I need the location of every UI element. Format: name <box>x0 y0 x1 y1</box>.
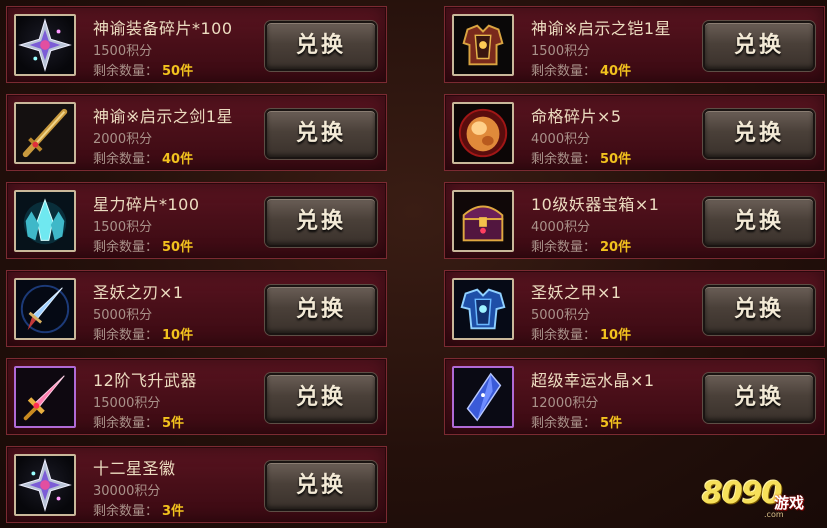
exchange-page: 神谕装备碎片*100 1500积分 剩余数量： 50件 兑换 神谕※启示之铠1星 … <box>0 0 827 528</box>
exchange-button[interactable]: 兑换 <box>265 109 377 159</box>
item-points: 1500积分 <box>93 220 153 235</box>
exchange-card: 神谕※启示之铠1星 1500积分 剩余数量： 40件 兑换 <box>444 6 825 83</box>
item-points: 4000积分 <box>531 220 591 235</box>
item-points: 12000积分 <box>531 396 599 411</box>
remaining-label: 剩余数量： <box>531 64 597 79</box>
remaining-quantity: 50件 <box>162 64 194 79</box>
exchange-button[interactable]: 兑换 <box>703 373 815 423</box>
exchange-card: 神谕装备碎片*100 1500积分 剩余数量： 50件 兑换 <box>6 6 387 83</box>
exchange-button[interactable]: 兑换 <box>265 461 377 511</box>
ice-crystal-icon <box>14 190 76 252</box>
remaining-quantity: 10件 <box>600 328 632 343</box>
item-name: 神谕※启示之铠1星 <box>531 19 672 38</box>
amber-gem-icon <box>452 102 514 164</box>
item-points: 5000积分 <box>93 308 153 323</box>
exchange-button[interactable]: 兑换 <box>703 21 815 71</box>
logo-domain: .com <box>764 510 784 519</box>
exchange-button[interactable]: 兑换 <box>265 197 377 247</box>
blue-crystal-icon <box>452 366 514 428</box>
watermark-logo: 8090 游戏 .com <box>702 470 820 522</box>
item-remaining: 剩余数量： 3件 <box>93 500 184 519</box>
remaining-quantity: 3件 <box>162 504 185 519</box>
sword-icon <box>14 102 76 164</box>
item-points: 15000积分 <box>93 396 161 411</box>
item-name: 超级幸运水晶×1 <box>531 371 655 390</box>
remaining-label: 剩余数量： <box>531 240 597 255</box>
exchange-card: 十二星圣徽 30000积分 剩余数量： 3件 兑换 <box>6 446 387 523</box>
remaining-label: 剩余数量： <box>93 64 159 79</box>
armor-icon <box>452 14 514 76</box>
remaining-quantity: 40件 <box>162 152 194 167</box>
shuriken-crystal-icon <box>14 14 76 76</box>
logo-digits: 8090 <box>702 476 782 511</box>
exchange-card: 12阶飞升武器 15000积分 剩余数量： 5件 兑换 <box>6 358 387 435</box>
item-name: 命格碎片×5 <box>531 107 622 126</box>
item-name: 星力碎片*100 <box>93 195 200 214</box>
item-points: 1500积分 <box>93 44 153 59</box>
item-points: 4000积分 <box>531 132 591 147</box>
exchange-button[interactable]: 兑换 <box>265 285 377 335</box>
remaining-quantity: 5件 <box>600 416 623 431</box>
item-name: 10级妖器宝箱×1 <box>531 195 660 214</box>
item-name: 12阶飞升武器 <box>93 371 197 390</box>
exchange-card: 圣妖之刃×1 5000积分 剩余数量： 10件 兑换 <box>6 270 387 347</box>
exchange-card: 命格碎片×5 4000积分 剩余数量： 50件 兑换 <box>444 94 825 171</box>
item-remaining: 剩余数量： 50件 <box>531 148 631 167</box>
item-remaining: 剩余数量： 10件 <box>531 324 631 343</box>
remaining-label: 剩余数量： <box>93 152 159 167</box>
item-remaining: 剩余数量： 50件 <box>93 60 193 79</box>
item-remaining: 剩余数量： 5件 <box>93 412 184 431</box>
remaining-quantity: 10件 <box>162 328 194 343</box>
exchange-card: 星力碎片*100 1500积分 剩余数量： 50件 兑换 <box>6 182 387 259</box>
remaining-quantity: 20件 <box>600 240 632 255</box>
item-remaining: 剩余数量： 10件 <box>93 324 193 343</box>
exchange-button[interactable]: 兑换 <box>265 373 377 423</box>
exchange-card: 圣妖之甲×1 5000积分 剩余数量： 10件 兑换 <box>444 270 825 347</box>
remaining-label: 剩余数量： <box>531 328 597 343</box>
item-points: 1500积分 <box>531 44 591 59</box>
blade-icon <box>14 278 76 340</box>
remaining-label: 剩余数量： <box>93 416 159 431</box>
remaining-quantity: 5件 <box>162 416 185 431</box>
item-points: 30000积分 <box>93 484 161 499</box>
remaining-quantity: 40件 <box>600 64 632 79</box>
remaining-quantity: 50件 <box>162 240 194 255</box>
item-remaining: 剩余数量： 40件 <box>93 148 193 167</box>
remaining-label: 剩余数量： <box>93 240 159 255</box>
exchange-button[interactable]: 兑换 <box>265 21 377 71</box>
item-remaining: 剩余数量： 20件 <box>531 236 631 255</box>
item-points: 2000积分 <box>93 132 153 147</box>
remaining-label: 剩余数量： <box>531 416 597 431</box>
item-points: 5000积分 <box>531 308 591 323</box>
exchange-button[interactable]: 兑换 <box>703 285 815 335</box>
remaining-label: 剩余数量： <box>531 152 597 167</box>
item-name: 圣妖之甲×1 <box>531 283 622 302</box>
remaining-quantity: 50件 <box>600 152 632 167</box>
remaining-label: 剩余数量： <box>93 504 159 519</box>
item-name: 圣妖之刃×1 <box>93 283 184 302</box>
exchange-card: 神谕※启示之剑1星 2000积分 剩余数量： 40件 兑换 <box>6 94 387 171</box>
exchange-button[interactable]: 兑换 <box>703 109 815 159</box>
star-emblem-icon <box>14 454 76 516</box>
item-remaining: 剩余数量： 5件 <box>531 412 622 431</box>
item-name: 神谕装备碎片*100 <box>93 19 233 38</box>
item-name: 十二星圣徽 <box>93 459 176 478</box>
exchange-button[interactable]: 兑换 <box>703 197 815 247</box>
item-remaining: 剩余数量： 40件 <box>531 60 631 79</box>
item-name: 神谕※启示之剑1星 <box>93 107 234 126</box>
treasure-chest-icon <box>452 190 514 252</box>
blue-armor-icon <box>452 278 514 340</box>
remaining-label: 剩余数量： <box>93 328 159 343</box>
exchange-card: 超级幸运水晶×1 12000积分 剩余数量： 5件 兑换 <box>444 358 825 435</box>
golden-sword-icon <box>14 366 76 428</box>
exchange-card: 10级妖器宝箱×1 4000积分 剩余数量： 20件 兑换 <box>444 182 825 259</box>
item-remaining: 剩余数量： 50件 <box>93 236 193 255</box>
